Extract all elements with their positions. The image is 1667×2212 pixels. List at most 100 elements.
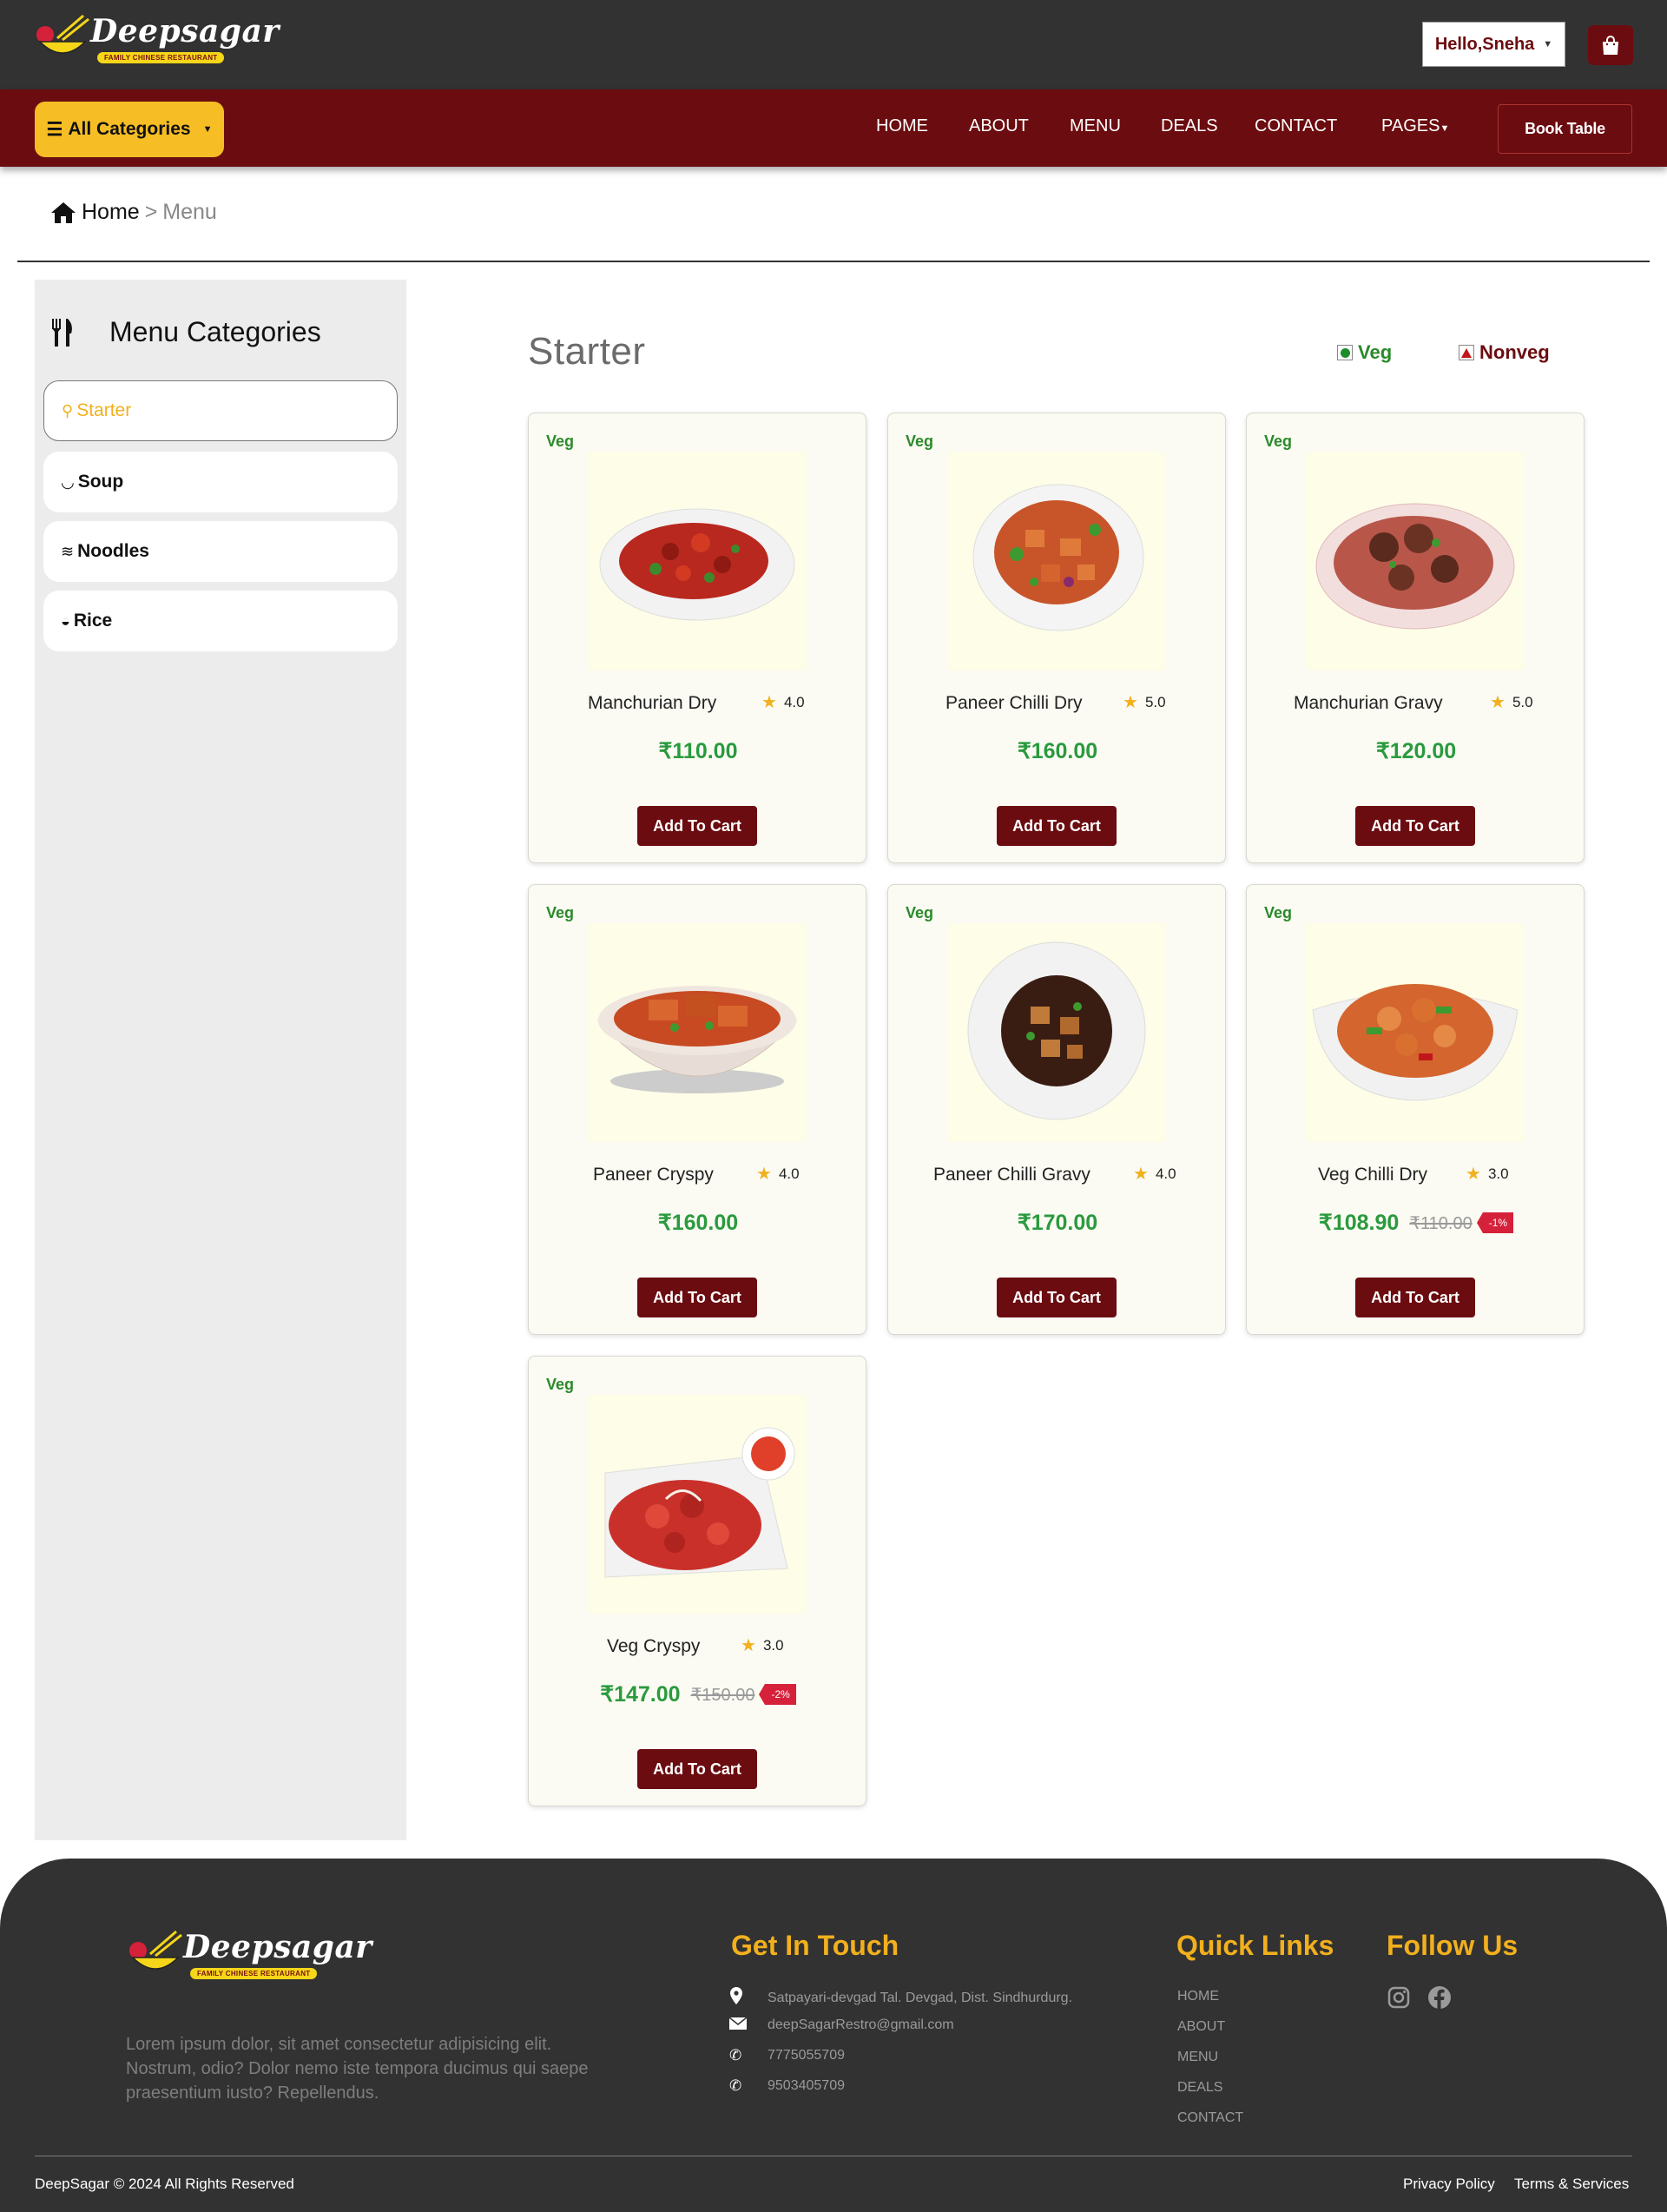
- facebook-icon[interactable]: [1427, 1985, 1452, 2010]
- brand-tagline: FAMILY CHINESE RESTAURANT: [97, 52, 225, 63]
- dish-old-price: ₹110.00: [1409, 1213, 1473, 1233]
- sidebar-item-rice[interactable]: ◒ Rice: [43, 591, 398, 651]
- discount-badge: -2%: [759, 1684, 796, 1705]
- dish-image: [588, 452, 807, 670]
- nav-deals[interactable]: DEALS: [1161, 116, 1218, 136]
- sidebar-item-starter[interactable]: ⚲ Starter: [43, 380, 398, 441]
- dish-image: [947, 452, 1166, 670]
- footer-brand-name: Deepsagar: [183, 1929, 372, 1965]
- dish-price: ₹160.00: [1017, 739, 1098, 763]
- add-to-cart-button[interactable]: Add To Cart: [997, 1278, 1117, 1317]
- phone-text: 7775055709: [768, 2048, 845, 2063]
- dish-old-price: ₹150.00: [690, 1685, 755, 1705]
- price-row: ₹147.00 ₹150.00 -2%: [529, 1681, 867, 1707]
- dish-price: ₹120.00: [1375, 739, 1457, 763]
- dish-name: Veg Cryspy: [607, 1636, 701, 1656]
- menu-item-card[interactable]: Veg Paneer Cryspy ★ 4.0 ₹160.00 Add To Ca…: [528, 884, 866, 1335]
- noodle-bowl-logo-icon: [36, 14, 89, 54]
- dish-price: ₹170.00: [1017, 1211, 1098, 1235]
- star-icon: ★: [741, 1636, 756, 1655]
- price-row: ₹110.00: [529, 738, 867, 764]
- caret-down-icon: ▼: [202, 124, 213, 135]
- phone-icon: ✆: [729, 2077, 742, 2094]
- email-text: deepSagarRestro@gmail.com: [768, 2017, 954, 2032]
- footer-link-deals[interactable]: DEALS: [1177, 2080, 1222, 2096]
- veg-tag: Veg: [906, 432, 934, 450]
- cart-button[interactable]: [1588, 25, 1633, 65]
- dish-name: Paneer Cryspy: [593, 1165, 714, 1185]
- dish-name: Paneer Chilli Dry: [946, 693, 1083, 713]
- add-to-cart-button[interactable]: Add To Cart: [997, 806, 1117, 846]
- veg-tag: Veg: [546, 432, 575, 450]
- add-to-cart-button[interactable]: Add To Cart: [1355, 806, 1475, 846]
- menu-item-card[interactable]: Veg Manchurian Dry ★ 4.0 ₹110.00 Add To C…: [528, 413, 866, 863]
- footer-logo[interactable]: Deepsagar FAMILY CHINESE RESTAURANT: [126, 1928, 372, 1982]
- dish-image: [947, 923, 1166, 1142]
- dish-rating: ★ 5.0: [1490, 691, 1533, 713]
- nav-menu[interactable]: MENU: [1070, 116, 1121, 136]
- instagram-icon[interactable]: [1387, 1985, 1411, 2010]
- star-icon: ★: [1490, 693, 1506, 712]
- section-title: Starter: [528, 330, 646, 373]
- dish-rating: ★ 5.0: [1123, 691, 1166, 713]
- user-menu-dropdown[interactable]: Hello,Sneha ▼: [1422, 22, 1565, 67]
- footer-link-contact[interactable]: CONTACT: [1177, 2110, 1243, 2126]
- contact-email[interactable]: deepSagarRestro@gmail.com: [728, 2017, 954, 2034]
- nav-contact[interactable]: CONTACT: [1255, 116, 1337, 136]
- home-icon[interactable]: [50, 201, 76, 224]
- star-icon: ★: [1466, 1165, 1481, 1184]
- nonveg-mark-icon: [1459, 345, 1474, 360]
- nav-pages[interactable]: PAGES▼: [1381, 116, 1449, 136]
- brand-logo[interactable]: Deepsagar FAMILY CHINESE RESTAURANT: [33, 12, 280, 66]
- price-row: ₹108.90 ₹110.00 -1%: [1247, 1210, 1585, 1236]
- menu-item-card[interactable]: Veg Manchurian Gravy ★ 5.0 ₹120.00 Add To…: [1246, 413, 1585, 863]
- caret-down-icon: ▼: [1440, 123, 1450, 134]
- veg-tag: Veg: [1264, 432, 1293, 450]
- rating-value: 5.0: [1144, 693, 1166, 710]
- add-to-cart-button[interactable]: Add To Cart: [637, 1278, 757, 1317]
- breadcrumb-home[interactable]: Home: [82, 200, 140, 225]
- sidebar-title: Menu Categories: [109, 316, 321, 347]
- nav-home[interactable]: HOME: [876, 116, 928, 136]
- user-greeting: Hello,Sneha: [1434, 34, 1535, 54]
- add-to-cart-button[interactable]: Add To Cart: [1355, 1278, 1475, 1317]
- dish-name: Manchurian Gravy: [1294, 693, 1443, 713]
- footer-link-about[interactable]: ABOUT: [1177, 2019, 1225, 2035]
- divider: [17, 261, 1650, 262]
- phone-icon: ✆: [729, 2047, 742, 2063]
- privacy-policy-link[interactable]: Privacy Policy: [1403, 2176, 1495, 2193]
- legend-veg-label: Veg: [1358, 341, 1393, 363]
- menu-item-card[interactable]: Veg Paneer Chilli Dry ★ 5.0 ₹160.00 Add T…: [887, 413, 1226, 863]
- dish-rating: ★ 4.0: [756, 1163, 800, 1185]
- nav-about[interactable]: ABOUT: [969, 116, 1029, 136]
- book-table-button[interactable]: Book Table: [1498, 104, 1632, 154]
- sidebar-item-label: Noodles: [77, 541, 149, 561]
- rice-bowl-icon: ◒: [61, 611, 70, 630]
- contact-phone-2[interactable]: ✆ 9503405709: [729, 2077, 845, 2095]
- footer-link-home[interactable]: HOME: [1177, 1989, 1219, 2004]
- add-to-cart-button[interactable]: Add To Cart: [637, 806, 757, 846]
- all-categories-button[interactable]: ☰ All Categories ▼: [35, 102, 224, 157]
- sidebar-item-soup[interactable]: ◡ Soup: [43, 452, 398, 512]
- shopping-bag-icon: [1603, 36, 1618, 55]
- menu-item-card[interactable]: Veg Veg Cryspy ★ 3.0 ₹147.00 ₹150.00 -2% …: [528, 1356, 866, 1806]
- dish-image: [588, 1395, 807, 1614]
- rating-value: 3.0: [1487, 1165, 1509, 1182]
- terms-link[interactable]: Terms & Services: [1514, 2176, 1629, 2193]
- category-sidebar: Menu Categories ⚲ Starter ◡ Soup ≋ Noodl…: [35, 280, 406, 1840]
- contact-phone-1[interactable]: ✆ 7775055709: [729, 2047, 845, 2064]
- menu-item-card[interactable]: Veg Paneer Chilli Gravy ★ 4.0 ₹170.00 Add…: [887, 884, 1226, 1335]
- nav-pages-label: PAGES: [1381, 116, 1440, 135]
- menu-item-card[interactable]: Veg Veg Chilli Dry ★ 3.0 ₹108.90 ₹110.00 …: [1246, 884, 1585, 1335]
- add-to-cart-button[interactable]: Add To Cart: [637, 1749, 757, 1789]
- price-row: ₹160.00: [529, 1210, 867, 1236]
- sidebar-item-noodles[interactable]: ≋ Noodles: [43, 521, 398, 582]
- footer-link-menu[interactable]: MENU: [1177, 2050, 1218, 2065]
- veg-tag: Veg: [1264, 904, 1293, 921]
- sidebar-header: Menu Categories: [50, 316, 321, 348]
- legend-nonveg: Nonveg: [1459, 341, 1550, 364]
- dish-name: Veg Chilli Dry: [1318, 1165, 1428, 1185]
- dish-rating: ★ 3.0: [1466, 1163, 1509, 1185]
- noodles-icon: ≋: [61, 542, 75, 560]
- breadcrumb: Home > Menu: [50, 200, 217, 225]
